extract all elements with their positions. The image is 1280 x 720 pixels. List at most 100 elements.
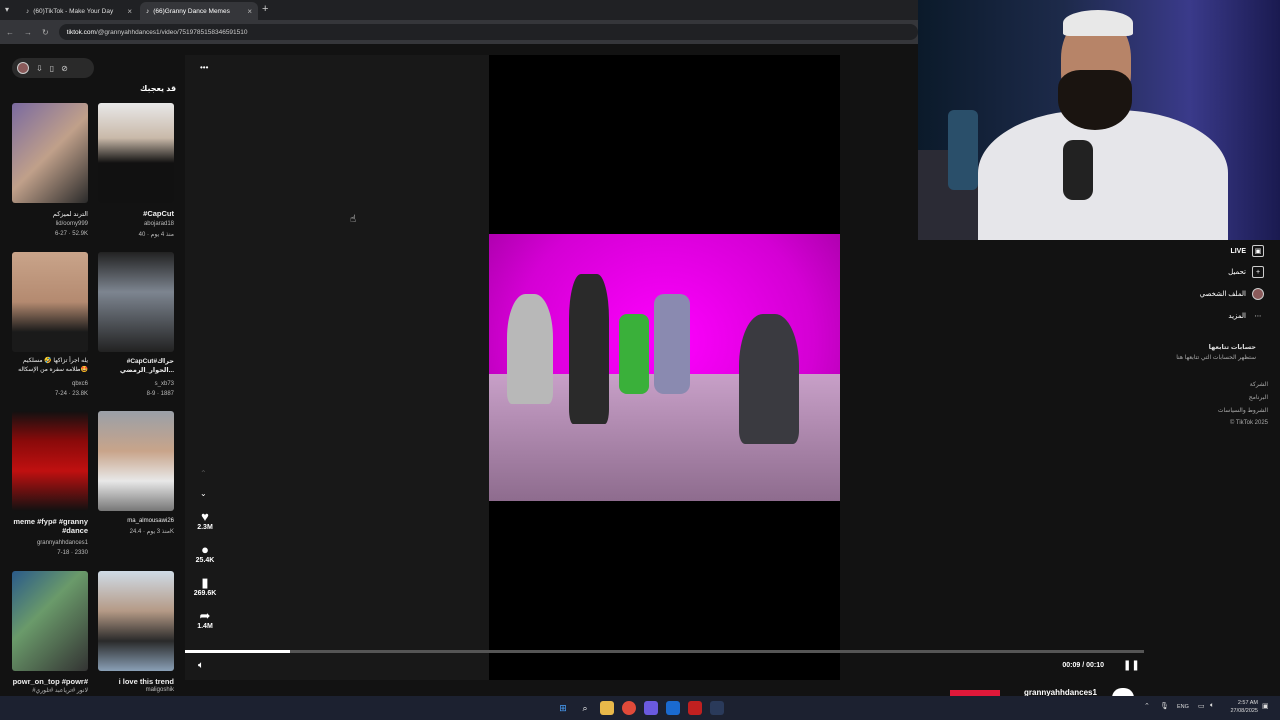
video-caption[interactable]: powr_on_top #powr# [12,677,88,686]
streamer-robe [978,110,1228,240]
video-thumbnail[interactable] [12,103,88,203]
section-title: قد يعجبك [140,84,177,93]
avatar[interactable] [17,62,29,74]
comment-button[interactable]: ● 25.4K [192,542,218,565]
video-thumbnail[interactable] [12,252,88,352]
file-explorer-icon[interactable] [600,701,614,715]
video-thumbnail[interactable] [98,252,174,352]
profile-icon [1252,288,1264,300]
download-icon[interactable]: ⇩ [36,64,43,73]
copyright: © TikTok 2025 [1229,420,1268,426]
more-icon: ⋯ [1254,313,1262,320]
video-time: 00:09 / 00:10 [1062,662,1104,669]
video-user[interactable]: qbxc6 [12,381,88,387]
dancer-figure [619,314,649,394]
video-meta: منذ 3 يوم · 24.4K [129,529,174,535]
phone-icon[interactable]: ▯ [50,64,54,73]
video-caption[interactable]: i love this trend [98,677,174,686]
share-icon: ➦ [199,608,211,623]
dancer-figure [654,294,690,394]
block-icon[interactable]: ⊘ [61,64,68,73]
browser-tab-bar: ▾ ♪ (60)TikTok - Make Your Day × ♪ (66)G… [0,0,918,20]
bookmark-count: 269.6K [193,590,217,597]
video-user[interactable]: grannyahhdances1 [12,540,88,546]
volume-icon[interactable]: 🔈︎ [198,660,204,671]
windows-start-icon[interactable]: ⊞ [556,701,570,715]
chrome-icon[interactable] [622,701,636,715]
chevron-down-icon[interactable]: ⌄ [200,489,207,498]
video-caption[interactable]: meme #fyp# #granny #dance [12,517,88,535]
share-count: 1.4M [197,623,213,630]
address-bar: ← → ↻ tiktok.com/@grannyahhdances1/video… [0,20,918,44]
video-user[interactable]: #لانور #ترياعبد #تلوري [12,687,88,694]
bottle [948,110,978,190]
video-progress-bar[interactable] [185,650,1144,653]
video-caption[interactable]: الترند لميزكم [12,210,88,219]
pause-icon[interactable]: ❚❚ [1123,660,1140,671]
notification-icon[interactable]: ▣ [1262,702,1269,710]
nav-item-upload[interactable]: تحميل + [1228,266,1264,278]
clock[interactable]: 2:57 AM 27/08/2025 [1230,699,1258,715]
outlook-icon[interactable] [666,701,680,715]
steam-icon[interactable] [710,701,724,715]
video-user[interactable]: s_xb73 [98,381,174,387]
video-user[interactable]: lid/oomy999 [12,221,88,227]
video-caption[interactable]: #CapCut [98,209,174,218]
video-frame[interactable] [489,234,840,501]
mic-icon[interactable]: 🎙︎ [1160,702,1169,710]
chevron-up-icon[interactable]: ⌃ [200,469,207,478]
video-thumbnail[interactable] [98,571,174,671]
close-icon[interactable]: × [247,7,252,16]
footer-link[interactable]: الشروط والسياسات [1218,407,1268,414]
nav-item-more[interactable]: المزيد ⋯ [1228,310,1264,322]
video-thumbnail[interactable] [98,103,174,203]
video-user[interactable]: maligoshik [98,687,174,693]
nav-item-profile[interactable]: الملف الشخصي [1200,288,1264,300]
microphone [1063,140,1093,200]
tab-tiktok-home[interactable]: ♪ (60)TikTok - Make Your Day × [20,2,138,20]
back-icon[interactable]: ← [6,28,14,37]
video-user[interactable]: ma_almousawi26 [98,518,174,524]
video-thumbnail[interactable] [12,571,88,671]
video-user[interactable]: abojarad18 [98,221,174,227]
search-icon[interactable]: ⌕ [578,701,592,715]
video-thumbnail[interactable] [98,411,174,511]
bookmark-button[interactable]: ▮ 269.6K [192,576,218,598]
speaker-icon[interactable]: 🔈︎ [1210,702,1214,710]
footer-link[interactable]: البرنامج [1249,394,1268,401]
video-thumbnail[interactable] [12,411,88,511]
comment-icon: ● [201,542,209,557]
video-meta: 7-24 · 23.8K [54,391,88,397]
new-tab-button[interactable]: + [262,3,268,15]
app-icon[interactable] [688,701,702,715]
language-indicator[interactable]: ENG [1177,704,1189,710]
network-icon[interactable]: ▭ [1198,702,1205,710]
share-button[interactable]: ➦ 1.4M [192,608,218,631]
forward-icon[interactable]: → [24,28,32,37]
chevron-up-icon[interactable]: ⌃ [1144,702,1150,710]
dancer-figure [507,294,553,404]
following-title: حسابات تتابعها [1208,344,1256,351]
tab-search-icon[interactable]: ▾ [5,5,9,14]
reload-icon[interactable]: ↻ [42,28,49,37]
tab-granny-dance[interactable]: ♪ (66)Granny Dance Memes × [140,2,258,20]
upload-icon: + [1252,266,1264,278]
like-button[interactable]: ♥ 2.3M [192,510,218,532]
progress-fill [185,650,291,653]
url-input[interactable]: tiktok.com/@grannyahhdances1/video/75197… [58,24,918,40]
like-count: 2.3M [197,524,213,531]
mouse-cursor: ☝ [350,214,357,225]
video-meta: 7-18 · 2330 [57,550,88,556]
video-toolbar: ⇩ ▯ ⊘ [12,58,94,78]
tiktok-icon: ♪ [146,7,150,15]
more-options-icon[interactable]: ••• [200,63,208,72]
video-caption[interactable]: #CapCut#حراك الحوار_الرمضي... [98,357,174,375]
close-icon[interactable]: × [127,7,132,16]
taskbar [0,696,1280,720]
footer-link[interactable]: الشركة [1250,381,1268,388]
video-meta: 40 · منذ 4 يوم [138,232,174,238]
nav-item-live[interactable]: LIVE ▣ [1230,245,1264,257]
discord-icon[interactable] [644,701,658,715]
video-caption[interactable]: يله اجرأ تزاكها 🤣 مسلكيم طلامه سفره من ا… [12,357,88,375]
tiktok-icon: ♪ [26,7,30,15]
